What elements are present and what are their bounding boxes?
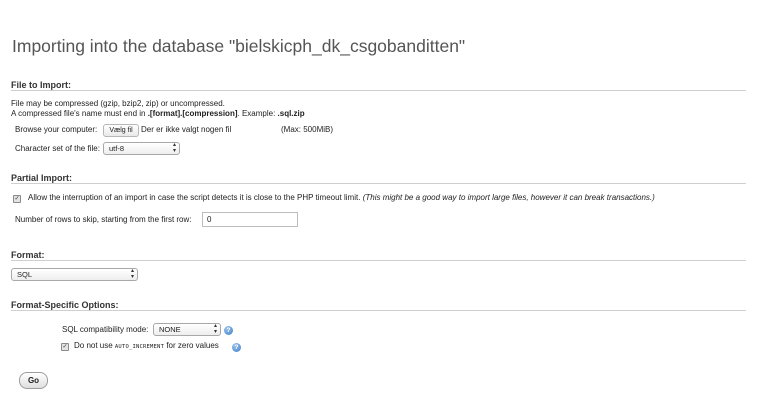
sql-compat-label: SQL compatibility mode: (62, 325, 149, 334)
charset-label: Character set of the file: (15, 144, 100, 153)
format-select[interactable]: SQL ▴ ▾ (11, 268, 138, 281)
auto-increment-suffix: for zero values (164, 341, 219, 350)
skip-rows-label: Number of rows to skip, starting from th… (15, 215, 192, 224)
allow-interrupt-text: Allow the interruption of an import in c… (28, 193, 655, 202)
browse-label: Browse your computer: (15, 125, 98, 134)
allow-interrupt-note: (This might be a good way to import larg… (362, 193, 655, 202)
sql-compat-select[interactable]: NONE ▴ ▾ (153, 323, 221, 336)
section-divider (11, 90, 746, 91)
section-heading-partial-import: Partial Import: (11, 173, 73, 183)
auto-increment-help-icon[interactable]: ? (232, 343, 241, 352)
checkmark-icon: ✓ (62, 344, 68, 350)
section-heading-format: Format: (11, 250, 45, 260)
section-heading-file-to-import: File to Import: (11, 80, 71, 90)
auto-increment-text: Do not use AUTO_INCREMENT for zero value… (74, 341, 219, 350)
compression-note: File may be compressed (gzip, bzip2, zip… (11, 99, 225, 108)
max-size-label: (Max: 500MiB) (281, 125, 334, 134)
filename-note: A compressed file's name must end in .[f… (11, 109, 305, 118)
sql-compat-select-value: NONE (159, 325, 181, 334)
charset-select-value: utf-8 (109, 144, 125, 153)
filename-note-example: .sql.zip (277, 109, 305, 118)
auto-increment-checkbox[interactable]: ✓ (61, 343, 69, 351)
select-arrows-icon: ▴ ▾ (213, 323, 217, 335)
choose-file-button[interactable]: Vælg fil (103, 124, 139, 137)
select-arrows-icon: ▴ ▾ (172, 142, 176, 154)
filename-note-prefix: A compressed file's name must end in (11, 109, 148, 118)
page-title: Importing into the database "bielskicph_… (12, 36, 466, 56)
select-arrows-icon: ▴ ▾ (130, 268, 134, 280)
sql-compat-help-icon[interactable]: ? (224, 326, 233, 335)
section-divider (11, 260, 746, 261)
allow-interrupt-label: Allow the interruption of an import in c… (28, 193, 361, 202)
auto-increment-code: AUTO_INCREMENT (114, 344, 165, 350)
go-button[interactable]: Go (19, 372, 48, 389)
auto-increment-prefix: Do not use (74, 341, 115, 350)
allow-interrupt-checkbox[interactable]: ✓ (13, 195, 21, 203)
no-file-chosen-text: Der er ikke valgt nogen fil (141, 125, 232, 134)
checkmark-icon: ✓ (14, 196, 20, 202)
filename-note-format: .[format].[compression] (147, 109, 238, 118)
filename-note-example-label: . Example: (237, 109, 278, 118)
section-heading-format-options: Format-Specific Options: (11, 300, 119, 310)
charset-select[interactable]: utf-8 ▴ ▾ (103, 142, 180, 155)
section-divider (11, 183, 746, 184)
format-select-value: SQL (17, 270, 33, 279)
section-divider (11, 310, 746, 311)
skip-rows-input[interactable] (202, 212, 298, 227)
